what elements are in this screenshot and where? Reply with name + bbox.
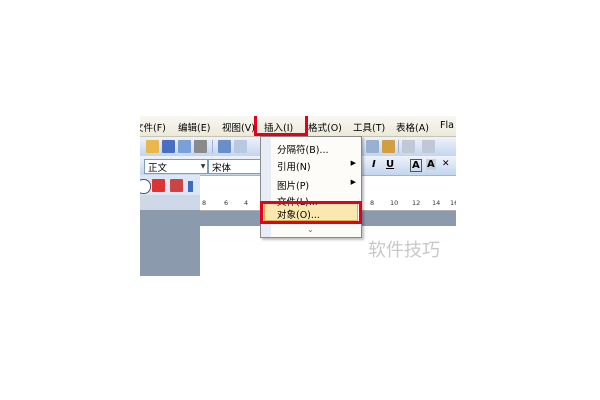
- copy-icon[interactable]: [366, 140, 379, 153]
- style-select[interactable]: 正文 ▼: [144, 159, 208, 174]
- extra-toolbar: [140, 175, 200, 196]
- style-value: 正文: [148, 163, 168, 174]
- word-window: 文件(F) 编辑(E) 视图(V) 插入(I) 格式(O) 工具(T) 表格(A…: [140, 116, 456, 276]
- menu-item-label: 引用(N): [277, 162, 311, 173]
- phonetic-icon[interactable]: ✕: [442, 159, 450, 169]
- char-shading-button[interactable]: A: [426, 159, 436, 170]
- open-folder-icon[interactable]: [146, 140, 159, 153]
- table-icon-red[interactable]: [152, 179, 165, 192]
- chevron-down-icon: ▼: [200, 163, 206, 170]
- print-preview-icon[interactable]: [218, 140, 231, 153]
- ruler-tick: 10: [390, 199, 399, 207]
- submenu-arrow-icon: ▶: [350, 159, 356, 167]
- menu-view[interactable]: 视图(V): [222, 120, 255, 134]
- redo-icon[interactable]: [422, 140, 435, 153]
- ruler-tick: 14: [432, 199, 441, 207]
- watermark-text: 软件技巧: [368, 240, 440, 261]
- ruler-tick: 16: [450, 199, 456, 207]
- format-painter-icon[interactable]: [382, 140, 395, 153]
- menu-item-label: 分隔符(B)...: [277, 145, 329, 156]
- research-icon[interactable]: [234, 140, 247, 153]
- font-select[interactable]: 宋体: [208, 159, 262, 174]
- ruler-tick: 8: [202, 199, 207, 207]
- menu-item-label: 图片(P): [277, 181, 310, 192]
- expand-menu-icon[interactable]: ⌄: [307, 225, 314, 234]
- annotation-box-object: [260, 201, 362, 224]
- underline-button[interactable]: U: [386, 159, 394, 170]
- annotation-box-insert: [254, 116, 308, 136]
- menu-edit[interactable]: 编辑(E): [178, 120, 210, 134]
- menu-tools[interactable]: 工具(T): [353, 120, 385, 134]
- table-icon-red-2[interactable]: [170, 179, 183, 192]
- ruler-tick: 12: [412, 199, 421, 207]
- print-icon[interactable]: [194, 140, 207, 153]
- permission-icon[interactable]: [178, 140, 191, 153]
- undo-icon[interactable]: [402, 140, 415, 153]
- ruler-tick: 6: [224, 199, 229, 207]
- toolbar-separator: [398, 140, 399, 153]
- ruler-tick: 8: [370, 199, 375, 207]
- menu-item-reference[interactable]: 引用(N) ▶: [273, 156, 359, 173]
- menu-item-break[interactable]: 分隔符(B)...: [273, 139, 359, 156]
- ruler-tick: 4: [244, 199, 249, 207]
- save-icon[interactable]: [162, 140, 175, 153]
- toolbar-options-icon[interactable]: [188, 181, 193, 192]
- italic-button[interactable]: I: [372, 159, 376, 170]
- menu-item-picture[interactable]: 图片(P) ▶: [273, 175, 359, 192]
- circle-icon[interactable]: [140, 179, 151, 194]
- menu-table[interactable]: 表格(A): [396, 120, 429, 134]
- char-border-button[interactable]: A: [410, 159, 422, 172]
- menu-flash[interactable]: Fla: [440, 120, 454, 131]
- font-value: 宋体: [212, 163, 232, 174]
- toolbar-separator: [212, 140, 213, 153]
- menu-file[interactable]: 文件(F): [140, 120, 166, 134]
- menu-format[interactable]: 格式(O): [308, 120, 342, 134]
- submenu-arrow-icon: ▶: [350, 178, 356, 186]
